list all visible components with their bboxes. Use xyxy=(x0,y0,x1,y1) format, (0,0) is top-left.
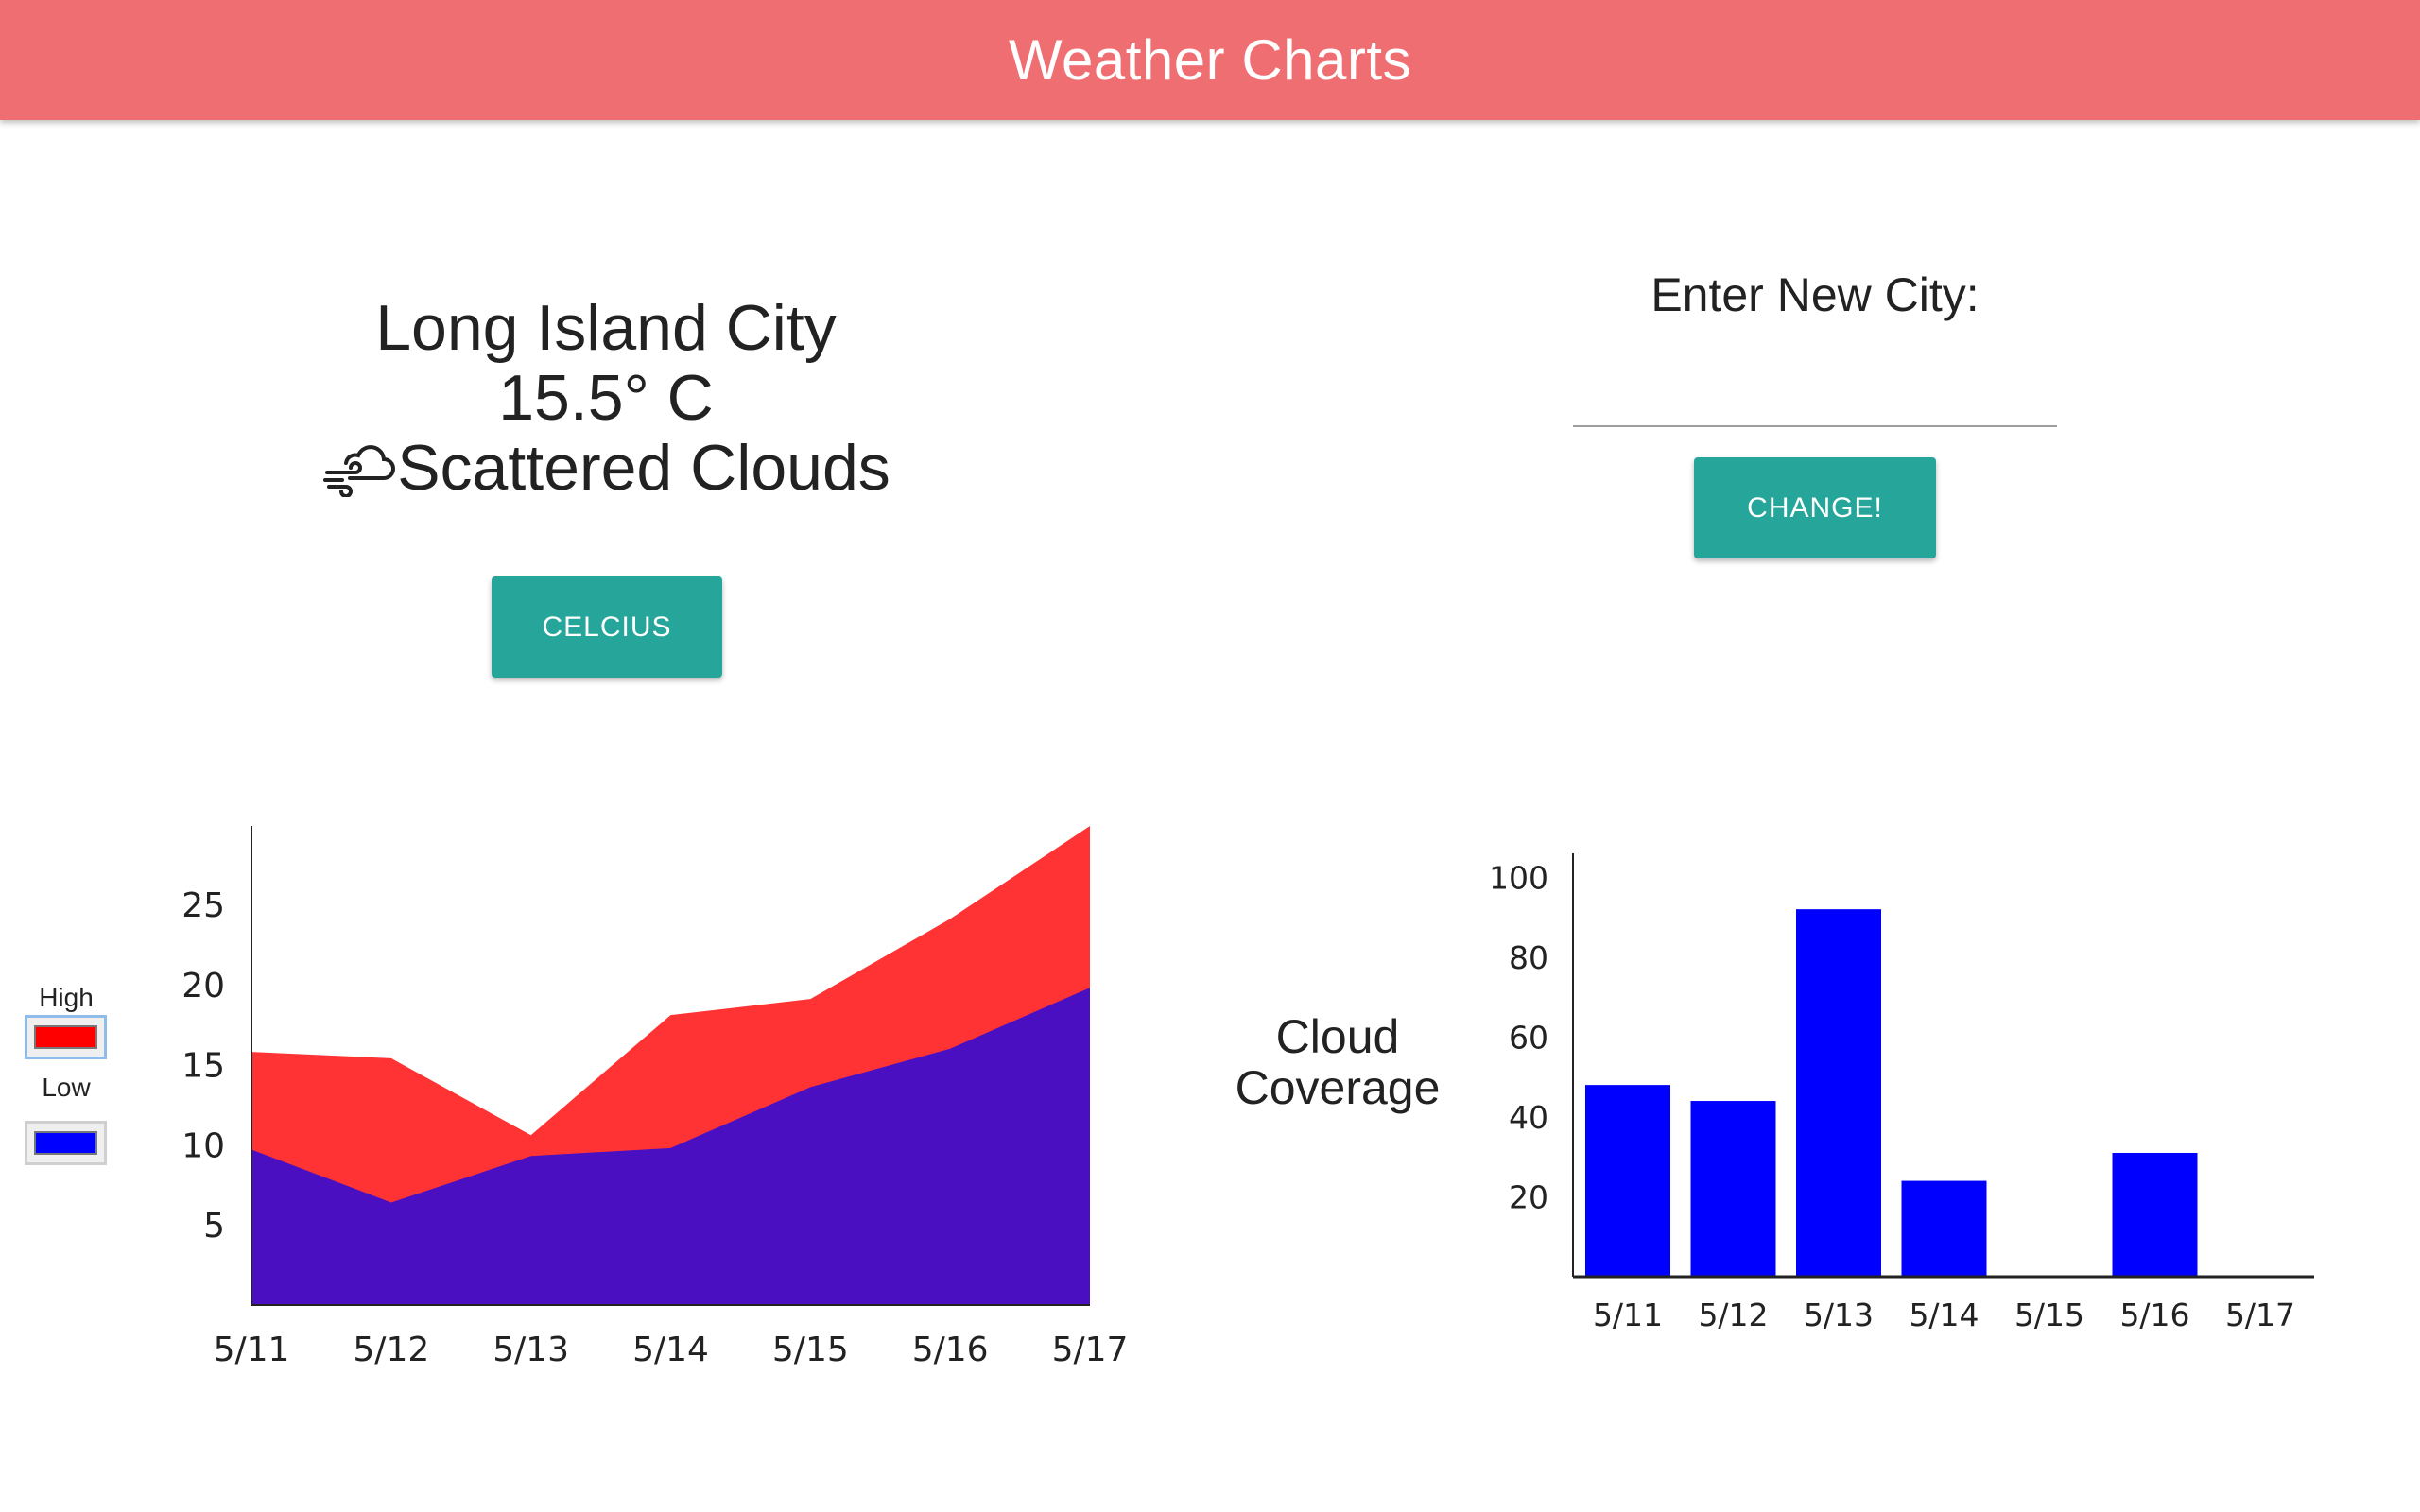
x-tick-label: 5/11 xyxy=(1593,1297,1663,1333)
y-tick-label: 100 xyxy=(1489,859,1548,896)
y-tick-label: 40 xyxy=(1509,1099,1548,1136)
cloud-bar xyxy=(1585,1085,1670,1277)
y-tick-label: 60 xyxy=(1509,1019,1548,1056)
cloud-bar xyxy=(1901,1180,1987,1277)
x-tick-label: 5/13 xyxy=(1804,1297,1874,1333)
cloud-bar xyxy=(1690,1101,1776,1277)
x-tick-label: 5/17 xyxy=(2225,1297,2295,1333)
x-tick-label: 5/12 xyxy=(1698,1297,1768,1333)
x-tick-label: 5/15 xyxy=(2014,1297,2084,1333)
x-tick-label: 5/16 xyxy=(2119,1297,2189,1333)
cloud-bar xyxy=(1796,909,1881,1277)
cloud-bar xyxy=(2112,1152,2198,1277)
y-tick-label: 80 xyxy=(1509,939,1548,976)
cloud-coverage-bar-chart: 5/11 5/12 5/13 5/14 5/15 5/16 5/17 20 40 60 80 100 xyxy=(1489,853,2314,1333)
x-tick-label: 5/14 xyxy=(1909,1297,1979,1333)
y-tick-label: 20 xyxy=(1509,1178,1548,1215)
